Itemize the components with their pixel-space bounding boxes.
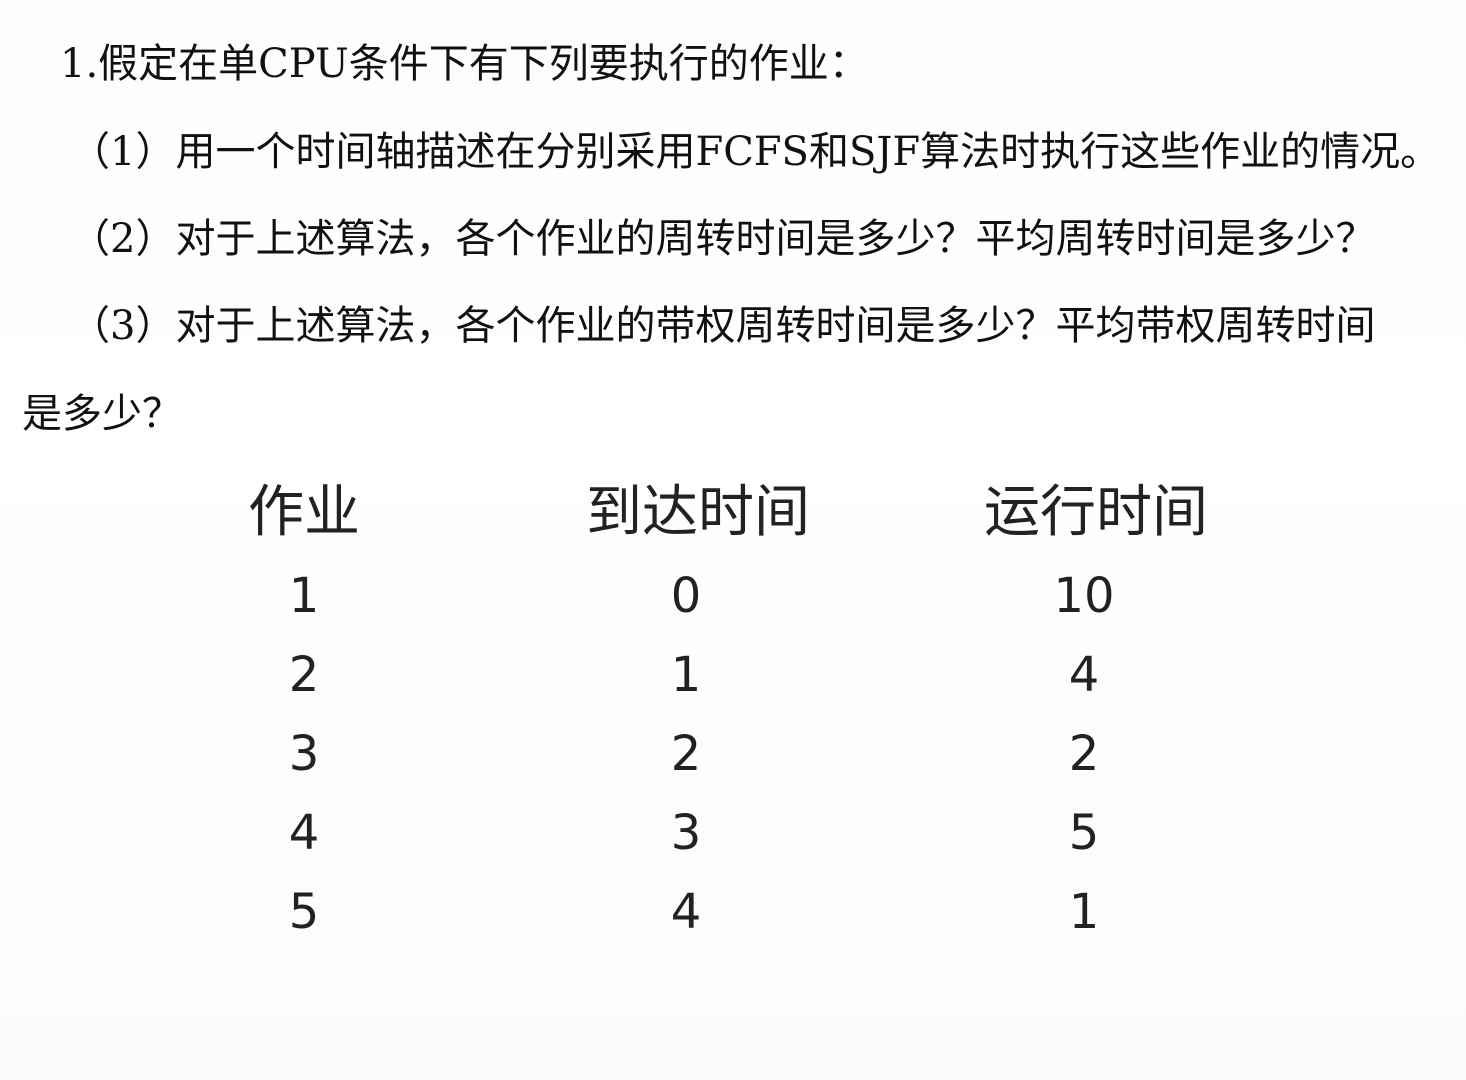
run-time: 4	[1068, 647, 1100, 703]
document-page: 1.假定在单CPU条件下有下列要执行的作业： （1）用一个时间轴描述在分别采用F…	[0, 0, 1466, 1080]
job-id: 2	[288, 647, 320, 703]
table-row: 5 4 1	[0, 877, 1466, 947]
run-time: 1	[1068, 884, 1100, 940]
job-id: 4	[288, 805, 320, 861]
table-row: 1 0 10	[0, 561, 1466, 631]
question-title: 1.假定在单CPU条件下有下列要执行的作业：	[60, 41, 869, 87]
question-part-3-continued: 是多少？	[22, 391, 182, 437]
arrival-time: 0	[670, 568, 702, 624]
header-arrival-time: 到达时间	[586, 480, 810, 545]
arrival-time: 2	[670, 726, 702, 782]
job-id: 5	[288, 884, 320, 940]
job-id: 3	[288, 726, 320, 782]
run-time: 5	[1068, 805, 1100, 861]
arrival-time: 1	[670, 647, 702, 703]
table-header-row: 作业 到达时间 运行时间	[0, 478, 1466, 548]
table-row: 3 2 2	[0, 719, 1466, 789]
question-part-2: （2）对于上述算法，各个作业的周转时间是多少？平均周转时间是多少？	[70, 216, 1376, 262]
arrival-time: 4	[670, 884, 702, 940]
header-run-time: 运行时间	[984, 480, 1208, 545]
arrival-time: 3	[670, 805, 702, 861]
question-part-3: （3）对于上述算法，各个作业的带权周转时间是多少？平均带权周转时间	[70, 303, 1376, 349]
job-id: 1	[288, 568, 320, 624]
run-time: 2	[1068, 726, 1100, 782]
header-job: 作业	[248, 480, 360, 545]
table-row: 4 3 5	[0, 798, 1466, 868]
table-row: 2 1 4	[0, 640, 1466, 710]
run-time: 10	[1053, 568, 1115, 624]
question-part-1: （1）用一个时间轴描述在分别采用FCFS和SJF算法时执行这些作业的情况。	[70, 129, 1441, 175]
